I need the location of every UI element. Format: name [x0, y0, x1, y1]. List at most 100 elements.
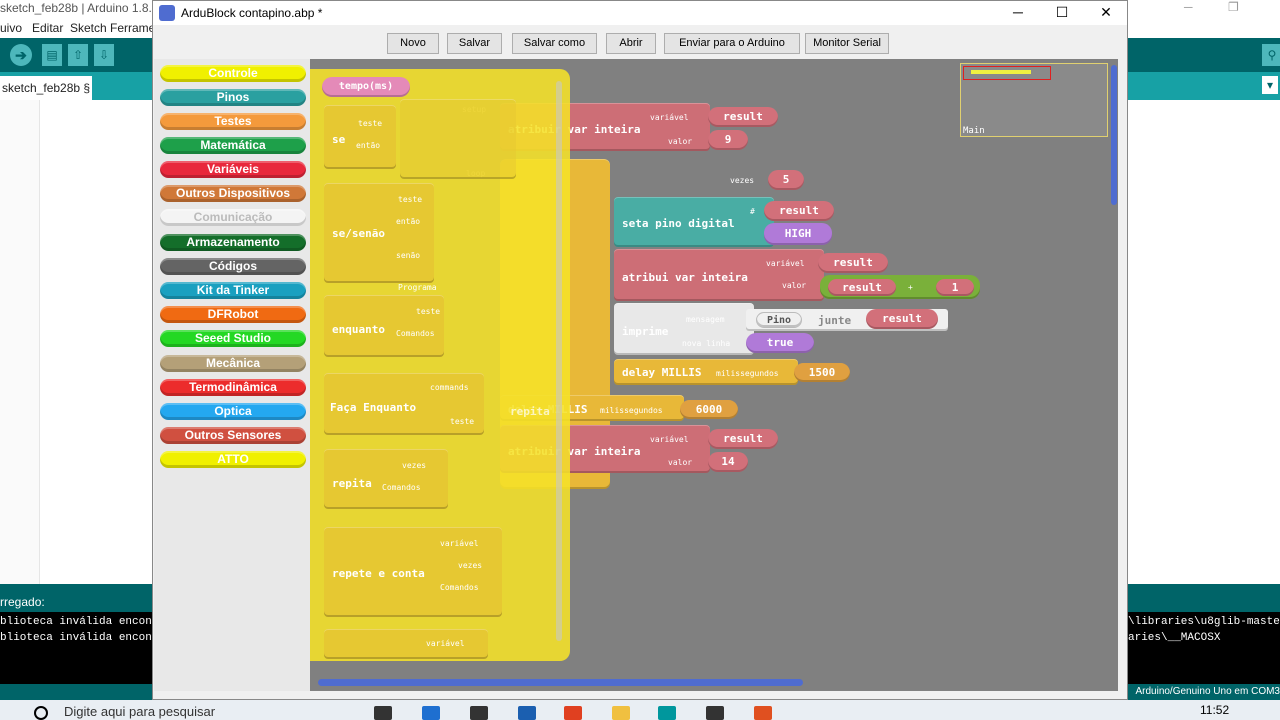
- test-socket-label: teste: [358, 119, 383, 128]
- category-atto[interactable]: ATTO: [160, 451, 306, 468]
- ide-maximize-icon[interactable]: ❐: [1228, 0, 1239, 14]
- if-else-label: se/senão: [332, 227, 385, 240]
- taskbar-search-placeholder: Digite aqui para pesquisar: [64, 704, 216, 719]
- number-14[interactable]: 14: [708, 452, 748, 472]
- category-codigos[interactable]: Códigos: [160, 258, 306, 275]
- pino-string[interactable]: Pino: [756, 312, 802, 328]
- variable-socket-label: variável: [650, 435, 689, 444]
- result-variable[interactable]: result: [764, 201, 834, 221]
- serial-monitor-icon[interactable]: ⚲: [1262, 44, 1280, 66]
- open-file-icon[interactable]: ⇧: [68, 44, 88, 66]
- variable-socket-label: variável: [440, 539, 479, 548]
- repita-label: repita: [510, 405, 550, 418]
- camera-icon[interactable]: [706, 706, 724, 720]
- result-variable[interactable]: result: [828, 279, 896, 296]
- number-1[interactable]: 1: [936, 279, 974, 296]
- value-socket-label: valor: [782, 281, 807, 290]
- print-label: imprime: [622, 325, 669, 338]
- category-pinos[interactable]: Pinos: [160, 89, 306, 106]
- maximize-icon[interactable]: ☐: [1040, 1, 1084, 25]
- result-variable[interactable]: result: [866, 309, 938, 329]
- scroll-thumb[interactable]: [318, 679, 803, 686]
- category-seeed-studio[interactable]: Seeed Studio: [160, 330, 306, 347]
- assign-int-label: atribui var inteira: [622, 271, 748, 284]
- java-app-icon: [159, 5, 175, 21]
- close-icon[interactable]: ✕: [1084, 1, 1128, 25]
- tab-menu-icon[interactable]: ▾: [1262, 76, 1278, 94]
- menu-editar[interactable]: Editar: [32, 21, 63, 35]
- edge-icon[interactable]: [422, 706, 440, 720]
- number-5[interactable]: 5: [768, 170, 804, 190]
- ide-minimize-icon[interactable]: ─: [1184, 0, 1193, 14]
- then-socket-label: então: [396, 217, 421, 226]
- menu-arquivo[interactable]: uivo: [0, 21, 22, 35]
- category-termodinamica[interactable]: Termodinâmica: [160, 379, 306, 396]
- category-mecanica[interactable]: Mecânica: [160, 355, 306, 372]
- repeat-times-label: vezes: [730, 176, 755, 185]
- ardublock-toolbar: Novo Salvar Salvar como Abrir Enviar par…: [153, 25, 1127, 59]
- minimap[interactable]: Main: [960, 63, 1108, 137]
- salvar-como-button[interactable]: Salvar como: [512, 33, 597, 54]
- scroll-thumb[interactable]: [1111, 65, 1117, 205]
- line-number-gutter: [0, 100, 40, 584]
- category-matematica[interactable]: Matemática: [160, 137, 306, 154]
- store-icon[interactable]: [470, 706, 488, 720]
- ide-tab-sketch[interactable]: sketch_feb28b §: [0, 76, 92, 100]
- tempo-ms-block[interactable]: tempo(ms): [322, 77, 410, 97]
- salvar-button[interactable]: Salvar: [447, 33, 502, 54]
- high-constant[interactable]: HIGH: [764, 223, 832, 245]
- abrir-button[interactable]: Abrir: [606, 33, 656, 54]
- arduino-icon[interactable]: [658, 706, 676, 720]
- new-file-icon[interactable]: ▤: [42, 44, 62, 66]
- canvas-horizontal-scrollbar[interactable]: [318, 677, 1108, 687]
- file-explorer-icon[interactable]: [612, 706, 630, 720]
- menu-sketch[interactable]: Sketch: [70, 21, 107, 35]
- category-kit-tinker[interactable]: Kit da Tinker: [160, 282, 306, 299]
- category-controle[interactable]: Controle: [160, 65, 306, 82]
- category-outros-dispositivos[interactable]: Outros Dispositivos: [160, 185, 306, 202]
- set-digital-pin-label: seta pino digital: [622, 217, 735, 230]
- mail-icon[interactable]: [518, 706, 536, 720]
- controle-drawer[interactable]: tempo(ms) se teste então se/senão teste …: [310, 69, 570, 661]
- delay-millis-label: delay MILLIS: [622, 366, 702, 379]
- canvas-vertical-scrollbar[interactable]: [1111, 63, 1119, 673]
- category-dfrobot[interactable]: DFRobot: [160, 306, 306, 323]
- save-file-icon[interactable]: ⇩: [94, 44, 114, 66]
- result-variable[interactable]: result: [708, 429, 778, 449]
- value-socket-label: valor: [668, 137, 693, 146]
- search-icon: [34, 706, 48, 720]
- taskbar-clock[interactable]: 11:52: [1200, 703, 1229, 717]
- block-canvas[interactable]: setup loop atribuir var inteira variável…: [310, 59, 1118, 691]
- setup-loop-ghost: [400, 99, 516, 179]
- true-constant[interactable]: true: [746, 333, 814, 353]
- result-variable[interactable]: result: [818, 253, 888, 273]
- office-icon[interactable]: [564, 706, 582, 720]
- if-label: se: [332, 133, 346, 146]
- novo-button[interactable]: Novo: [387, 33, 439, 54]
- category-variaveis[interactable]: Variáveis: [160, 161, 306, 178]
- upload-icon[interactable]: ➔: [10, 44, 32, 66]
- value-socket-label: valor: [668, 458, 693, 467]
- number-1500[interactable]: 1500: [794, 363, 850, 382]
- windows-taskbar: Digite aqui para pesquisar 11:52: [0, 700, 1280, 720]
- category-comunicacao[interactable]: Comunicação: [160, 209, 306, 226]
- category-optica[interactable]: Optica: [160, 403, 306, 420]
- category-outros-sensores[interactable]: Outros Sensores: [160, 427, 306, 444]
- enviar-arduino-button[interactable]: Enviar para o Arduino: [664, 33, 800, 54]
- taskbar-search[interactable]: Digite aqui para pesquisar: [30, 704, 340, 720]
- number-6000[interactable]: 6000: [680, 400, 738, 419]
- category-armazenamento[interactable]: Armazenamento: [160, 234, 306, 251]
- task-view-icon[interactable]: [374, 706, 392, 720]
- number-9[interactable]: 9: [708, 130, 748, 150]
- monitor-serial-button[interactable]: Monitor Serial: [805, 33, 889, 54]
- do-while-label: Faça Enquanto: [330, 401, 417, 414]
- minimize-icon[interactable]: ─: [996, 1, 1040, 25]
- app-icon[interactable]: [754, 706, 772, 720]
- new-line-socket-label: nova linha: [682, 339, 731, 348]
- drawer-scrollbar[interactable]: [556, 81, 562, 641]
- menu-ferramentas[interactable]: Ferrame: [110, 21, 155, 35]
- milliseconds-socket-label: milissegundos: [716, 369, 779, 378]
- result-variable[interactable]: result: [708, 107, 778, 127]
- block-palette: Controle Pinos Testes Matemática Variáve…: [154, 59, 310, 691]
- category-testes[interactable]: Testes: [160, 113, 306, 130]
